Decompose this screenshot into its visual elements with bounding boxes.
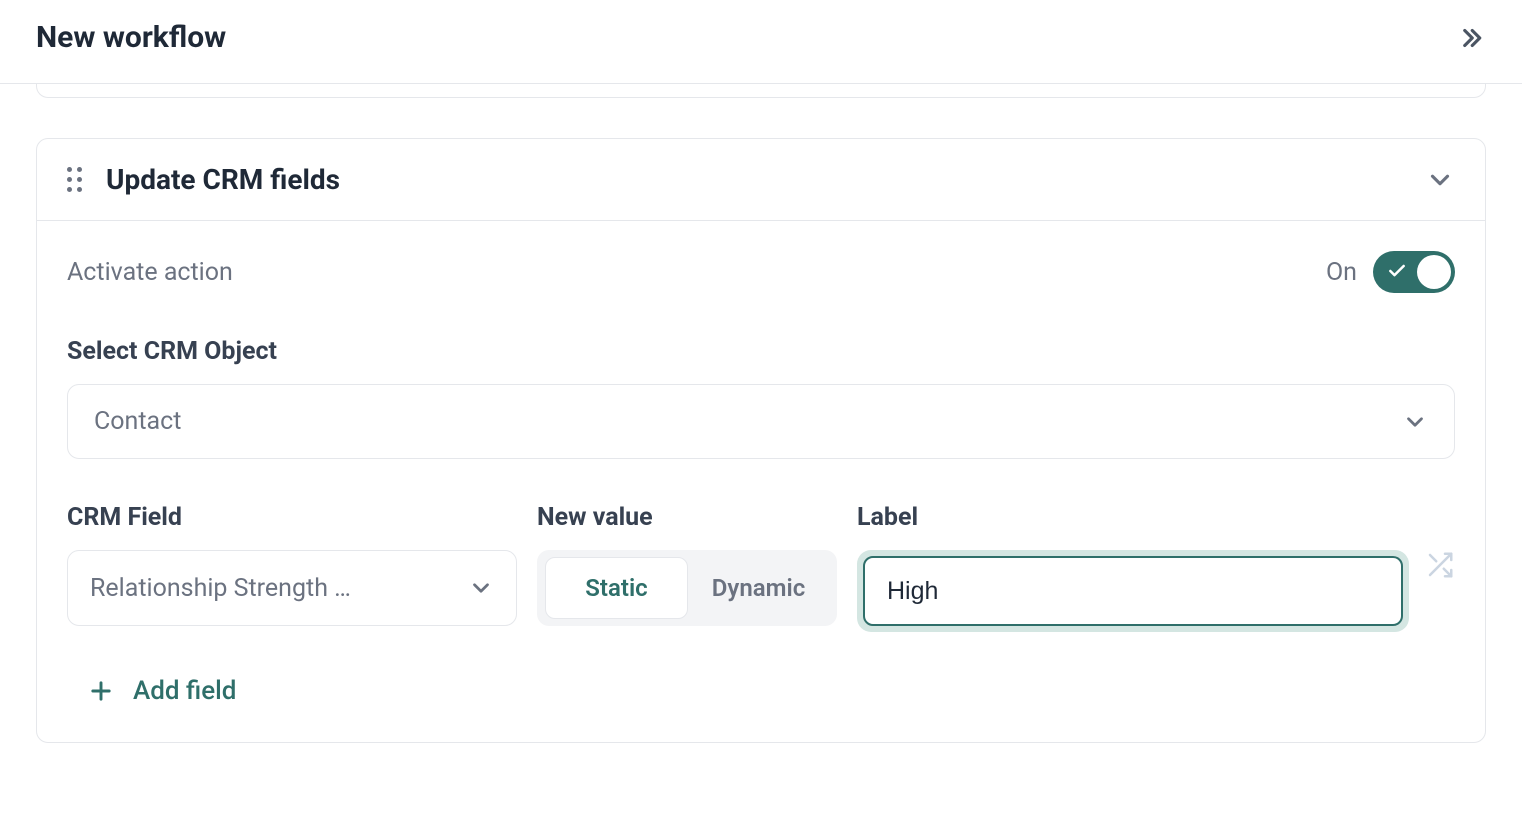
label-input-focus-ring	[857, 550, 1409, 632]
activate-row: Activate action On	[67, 251, 1455, 293]
shuffle-icon	[1425, 550, 1455, 580]
activate-toggle[interactable]	[1373, 251, 1455, 293]
crm-field-select[interactable]: Relationship Strength …	[67, 550, 517, 626]
activate-label: Activate action	[67, 258, 233, 287]
activate-toggle-wrap: On	[1326, 251, 1455, 293]
card-header-left: Update CRM fields	[67, 163, 340, 196]
drag-handle-icon[interactable]	[67, 167, 82, 192]
add-field-button[interactable]: Add field	[67, 676, 1455, 706]
crm-field-header: CRM Field	[67, 503, 517, 532]
crm-field-value: Relationship Strength …	[90, 574, 351, 603]
shuffle-button[interactable]	[1425, 550, 1455, 580]
add-field-label: Add field	[133, 676, 236, 706]
dynamic-option[interactable]: Dynamic	[688, 558, 829, 618]
page-title: New workflow	[36, 20, 226, 55]
static-option[interactable]: Static	[545, 557, 688, 619]
collapse-panel-button[interactable]	[1456, 23, 1486, 53]
toggle-state-label: On	[1326, 258, 1357, 287]
new-value-header: New value	[537, 503, 837, 532]
label-header: Label	[857, 503, 1409, 532]
label-column: Label	[857, 503, 1455, 632]
chevrons-right-icon	[1456, 23, 1486, 53]
crm-field-column: CRM Field Relationship Strength …	[67, 503, 517, 626]
action-card-header[interactable]: Update CRM fields	[37, 139, 1485, 221]
chevron-down-icon	[1402, 409, 1428, 435]
value-type-segmented: Static Dynamic	[537, 550, 837, 626]
toggle-knob	[1417, 255, 1451, 289]
previous-card-edge	[36, 84, 1486, 98]
action-card-body: Activate action On Select CRM Object Con…	[37, 221, 1485, 742]
plus-icon	[87, 677, 115, 705]
crm-object-value: Contact	[94, 407, 181, 436]
field-row: CRM Field Relationship Strength … New va…	[67, 503, 1455, 632]
select-crm-object-label: Select CRM Object	[67, 337, 1455, 366]
chevron-down-icon[interactable]	[1425, 165, 1455, 195]
action-title: Update CRM fields	[106, 163, 340, 196]
chevron-down-icon	[468, 575, 494, 601]
action-card: Update CRM fields Activate action On Sel…	[36, 138, 1486, 743]
content-area: Update CRM fields Activate action On Sel…	[0, 84, 1522, 743]
check-icon	[1387, 261, 1407, 281]
crm-object-select[interactable]: Contact	[67, 384, 1455, 459]
new-value-column: New value Static Dynamic	[537, 503, 837, 626]
label-input[interactable]	[863, 556, 1403, 626]
page-header: New workflow	[0, 0, 1522, 84]
